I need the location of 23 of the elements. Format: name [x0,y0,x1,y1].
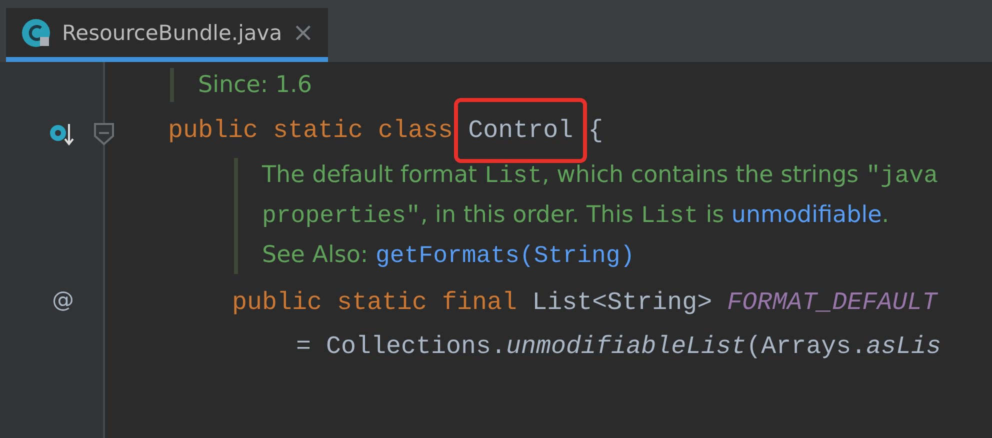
fold-icon[interactable] [93,122,115,146]
highlighted-class-name: Control [454,98,588,162]
doc-text: Since: 1.6 [198,71,312,100]
doc-link[interactable]: getFormats(String) [375,243,635,270]
doc-text: The default format List, which contains the strings "java [262,161,938,192]
circle-arrow-icon[interactable] [48,122,76,148]
code-text: = Collections. [296,332,506,360]
doc-text: properties", in this order. This List is unmodifiable. [262,201,890,232]
annotation-mark: @ [52,288,74,313]
close-icon[interactable]: × [292,18,314,48]
tab-title: ResourceBundle.java [62,20,282,44]
method-name: asLis [866,332,942,360]
class-file-icon [20,16,52,48]
code-text: { [587,116,604,144]
keyword: public static final [232,288,518,316]
doc-text: See Also: getFormats(String) [262,241,636,272]
code-text: (Arrays. [746,332,866,360]
field-name: FORMAT_DEFAULT [727,288,938,316]
code-text: List<String> [532,288,714,316]
doc-link[interactable]: unmodifiable [731,202,882,228]
method-name: unmodifiableList [506,332,746,360]
keyword: public static class [168,116,454,144]
editor-tab[interactable]: ResourceBundle.java × [6,8,328,62]
